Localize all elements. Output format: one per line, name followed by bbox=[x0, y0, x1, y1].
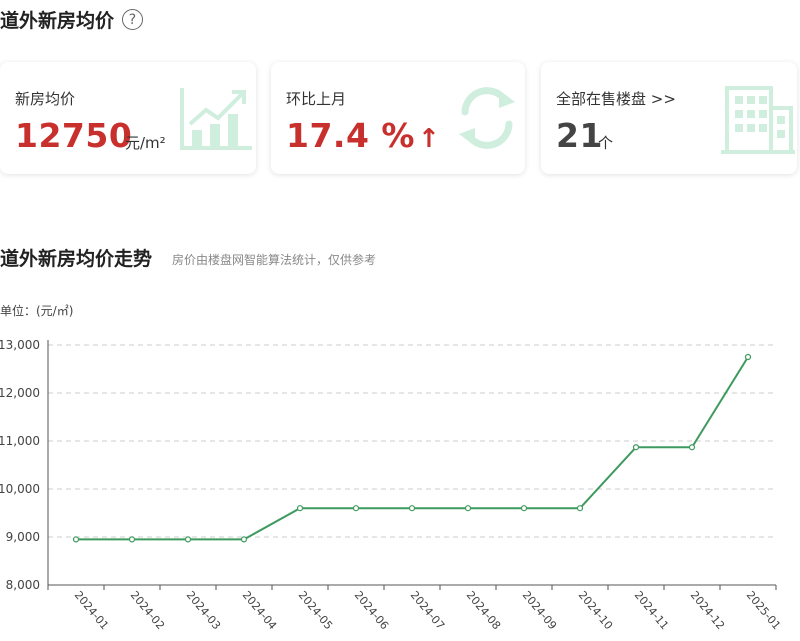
x-tick-label: 2024-02 bbox=[128, 589, 168, 633]
label-layer: 8,000 9,000 10,000 11,000 12,000 13,000 2024-0… bbox=[0, 338, 783, 632]
x-tick-label: 2024-05 bbox=[296, 589, 336, 633]
data-point bbox=[184, 536, 192, 543]
x-tick-label: 2024-01 bbox=[72, 589, 112, 633]
page-title-text: 道外新房均价 bbox=[0, 10, 115, 32]
data-point bbox=[744, 353, 752, 361]
y-tick-label: 8,000 bbox=[6, 578, 40, 592]
data-point bbox=[408, 505, 416, 512]
avg-price-value: 12750 bbox=[15, 116, 133, 155]
data-point bbox=[352, 505, 360, 512]
page-title: 道外新房均价 ? bbox=[0, 6, 144, 33]
data-point bbox=[576, 505, 584, 512]
refresh-cycle-icon bbox=[459, 87, 515, 149]
all-listings-link[interactable]: 全部在售楼盘 >> bbox=[556, 88, 676, 109]
avg-price-card: 新房均价 12750 元/m² bbox=[0, 62, 256, 174]
mom-change-label: 环比上月 bbox=[286, 90, 347, 108]
x-tick-label: 2024-09 bbox=[520, 589, 560, 633]
listings-count: 21 bbox=[556, 116, 603, 155]
data-point bbox=[296, 505, 304, 512]
series-line bbox=[76, 356, 749, 541]
data-point bbox=[240, 536, 248, 543]
data-point bbox=[72, 536, 80, 543]
x-tick-label: 2024-06 bbox=[352, 589, 392, 633]
chart-unit-label: 单位：(元/㎡) bbox=[0, 304, 74, 318]
y-tick-label: 12,000 bbox=[0, 386, 40, 400]
x-tick-label: 2024-03 bbox=[184, 589, 224, 633]
mom-change-number: 17.4 % bbox=[286, 116, 415, 155]
avg-price-unit: 元/m² bbox=[125, 134, 166, 152]
axis-layer bbox=[47, 340, 777, 590]
mom-change-value: 17.4 % ↑ bbox=[286, 116, 440, 155]
data-point bbox=[632, 444, 640, 451]
x-tick-label: 2025-01 bbox=[744, 589, 784, 633]
x-tick-label: 2024-04 bbox=[240, 589, 280, 633]
question-circle-icon[interactable]: ? bbox=[122, 9, 144, 30]
y-tick-label: 11,000 bbox=[0, 434, 40, 448]
x-tick-label: 2024-12 bbox=[688, 589, 728, 633]
price-trend-chart: 8,000 9,000 10,000 11,000 12,000 13,000 2024-0… bbox=[0, 338, 783, 632]
data-point bbox=[464, 505, 472, 512]
building-icon bbox=[721, 86, 795, 154]
x-tick-label: 2024-10 bbox=[576, 589, 616, 633]
listings-card[interactable]: 全部在售楼盘 >> 21 个 bbox=[541, 62, 797, 174]
trend-chart-icon bbox=[180, 88, 252, 150]
y-tick-label: 10,000 bbox=[0, 482, 40, 496]
arrow-up-icon: ↑ bbox=[417, 124, 441, 154]
data-point bbox=[520, 505, 528, 512]
trend-section-title: 道外新房均价走势 bbox=[0, 248, 153, 270]
data-point bbox=[688, 444, 696, 451]
listings-unit: 个 bbox=[598, 134, 614, 152]
series-layer bbox=[72, 353, 752, 543]
x-tick-label: 2024-08 bbox=[464, 589, 504, 633]
y-tick-label: 9,000 bbox=[6, 530, 40, 544]
x-tick-label: 2024-11 bbox=[632, 589, 672, 633]
trend-section-note: 房价由楼盘网智能算法统计，仅供参考 bbox=[172, 253, 377, 267]
y-tick-label: 13,000 bbox=[0, 338, 40, 352]
data-point bbox=[128, 536, 136, 543]
x-tick-label: 2024-07 bbox=[408, 589, 448, 633]
avg-price-label: 新房均价 bbox=[15, 90, 76, 108]
mom-change-card: 环比上月 17.4 % ↑ bbox=[271, 62, 525, 174]
